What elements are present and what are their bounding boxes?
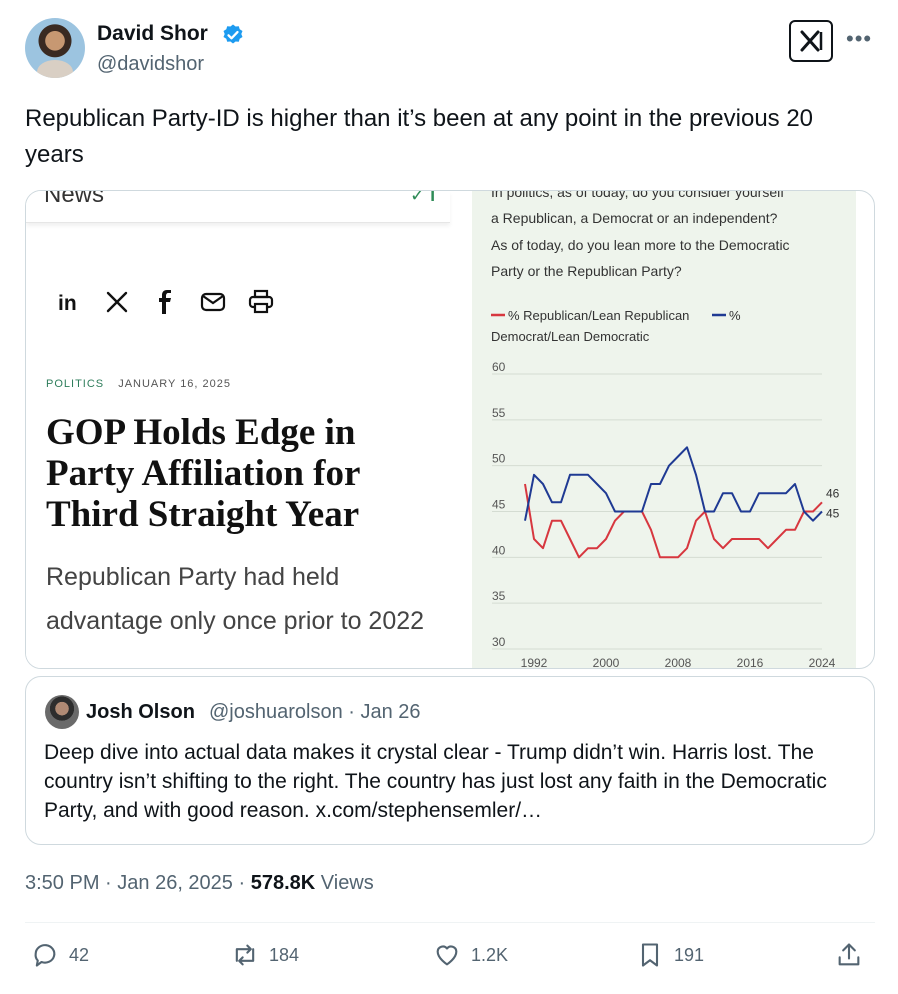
svg-text:in: in bbox=[58, 292, 77, 313]
chart-plot-area: 30 35 40 45 50 55 60 1992 2000 2008 2016 2024 46 45 bbox=[492, 360, 840, 669]
y-tick-label: 30 bbox=[492, 635, 506, 649]
quoted-author-name[interactable]: Josh Olson bbox=[86, 701, 195, 724]
quoted-author-handle-date: @joshuarolson · Jan 26 bbox=[209, 701, 421, 723]
reply-button[interactable]: 42 bbox=[31, 941, 89, 969]
y-tick-label: 45 bbox=[492, 498, 506, 512]
legend-label-republican: % Republican/Lean Republican bbox=[508, 308, 689, 323]
reply-count: 42 bbox=[69, 944, 90, 965]
series-end-label: 46 bbox=[826, 486, 840, 500]
like-count: 1.2K bbox=[471, 944, 509, 965]
series-line-democrat bbox=[524, 446, 823, 522]
x-tick-label: 2024 bbox=[809, 656, 836, 669]
quoted-tweet-date[interactable]: Jan 26 bbox=[361, 701, 421, 723]
email-icon bbox=[200, 289, 226, 315]
repost-button[interactable]: 184 bbox=[231, 941, 299, 969]
article-category: POLITICS bbox=[46, 378, 105, 390]
repost-count: 184 bbox=[269, 944, 300, 965]
chart-question-line: a Republican, a Democrat or an independe… bbox=[491, 210, 778, 226]
chevron-down-icon: ✓ ı bbox=[410, 190, 436, 205]
y-tick-label: 60 bbox=[492, 360, 506, 374]
tweet-meta: 3:50 PM · Jan 26, 2025 · 578.8K Views bbox=[25, 872, 374, 894]
action-bar: 42 184 1.2K 191 bbox=[25, 941, 875, 981]
print-icon bbox=[248, 289, 274, 315]
bookmark-count: 191 bbox=[674, 944, 705, 965]
article-screenshot: News ✓ ı in POLITICS JANUARY 16, 2025 GO… bbox=[26, 191, 472, 668]
x-tick-label: 2008 bbox=[665, 656, 692, 669]
share-icon bbox=[838, 943, 860, 966]
tweet-media[interactable]: News ✓ ı in POLITICS JANUARY 16, 2025 GO… bbox=[25, 190, 875, 669]
reply-icon bbox=[34, 944, 56, 967]
article-headline: GOP Holds Edge in Party Affiliation for … bbox=[46, 412, 360, 535]
x-logo-icon[interactable] bbox=[789, 20, 833, 62]
tweet-time[interactable]: 3:50 PM bbox=[25, 872, 99, 894]
tweet-text: Republican Party-ID is higher than it’s … bbox=[25, 105, 814, 168]
chart-question-line: Party or the Republican Party? bbox=[491, 263, 682, 279]
series-end-label: 45 bbox=[826, 507, 840, 521]
chart-question-line: As of today, do you lean more to the Dem… bbox=[491, 237, 790, 253]
like-button[interactable]: 1.2K bbox=[433, 941, 508, 969]
y-tick-label: 35 bbox=[492, 589, 506, 603]
more-options-icon[interactable]: ••• bbox=[846, 26, 872, 52]
bookmark-icon bbox=[641, 943, 659, 967]
chart-svg: In politics, as of today, do you conside… bbox=[491, 191, 840, 669]
article-date: JANUARY 16, 2025 bbox=[118, 378, 232, 390]
quoted-author-avatar[interactable] bbox=[45, 695, 79, 729]
x-tick-label: 2016 bbox=[737, 656, 764, 669]
y-tick-label: 40 bbox=[492, 543, 506, 557]
chart-question-line: In politics, as of today, do you conside… bbox=[491, 191, 784, 200]
quoted-tweet-text: Deep dive into actual data makes it crys… bbox=[44, 741, 827, 822]
author-avatar[interactable] bbox=[25, 18, 85, 78]
share-row: in bbox=[56, 287, 274, 317]
bookmark-button[interactable]: 191 bbox=[636, 941, 704, 969]
news-bar: News ✓ ı bbox=[26, 191, 450, 223]
article-subheadline: Republican Party had held advantage only… bbox=[46, 563, 425, 635]
news-label: News bbox=[44, 190, 105, 208]
article-kicker: POLITICS JANUARY 16, 2025 bbox=[46, 378, 231, 390]
heart-icon bbox=[436, 945, 458, 966]
share-button[interactable] bbox=[835, 941, 863, 969]
verified-badge-icon bbox=[223, 24, 243, 44]
facebook-icon bbox=[152, 289, 178, 315]
party-id-chart: In politics, as of today, do you conside… bbox=[472, 191, 856, 669]
views-label: Views bbox=[320, 872, 374, 894]
series-line-republican bbox=[524, 483, 823, 559]
author-handle[interactable]: @davidshor bbox=[97, 53, 204, 76]
divider bbox=[25, 922, 875, 923]
tweet-date[interactable]: Jan 26, 2025 bbox=[117, 872, 233, 894]
quoted-tweet[interactable]: Josh Olson @joshuarolson · Jan 26 Deep d… bbox=[25, 676, 875, 845]
x-tick-label: 2000 bbox=[593, 656, 620, 669]
quoted-author-handle[interactable]: @joshuarolson bbox=[209, 701, 343, 723]
x-share-icon bbox=[104, 289, 130, 315]
author-name[interactable]: David Shor bbox=[97, 22, 208, 46]
views-count: 578.8K bbox=[250, 872, 316, 894]
y-tick-label: 50 bbox=[492, 452, 506, 466]
linkedin-icon: in bbox=[56, 289, 82, 315]
y-tick-label: 55 bbox=[492, 406, 506, 420]
x-tick-label: 1992 bbox=[521, 656, 548, 669]
repost-icon bbox=[235, 944, 255, 966]
